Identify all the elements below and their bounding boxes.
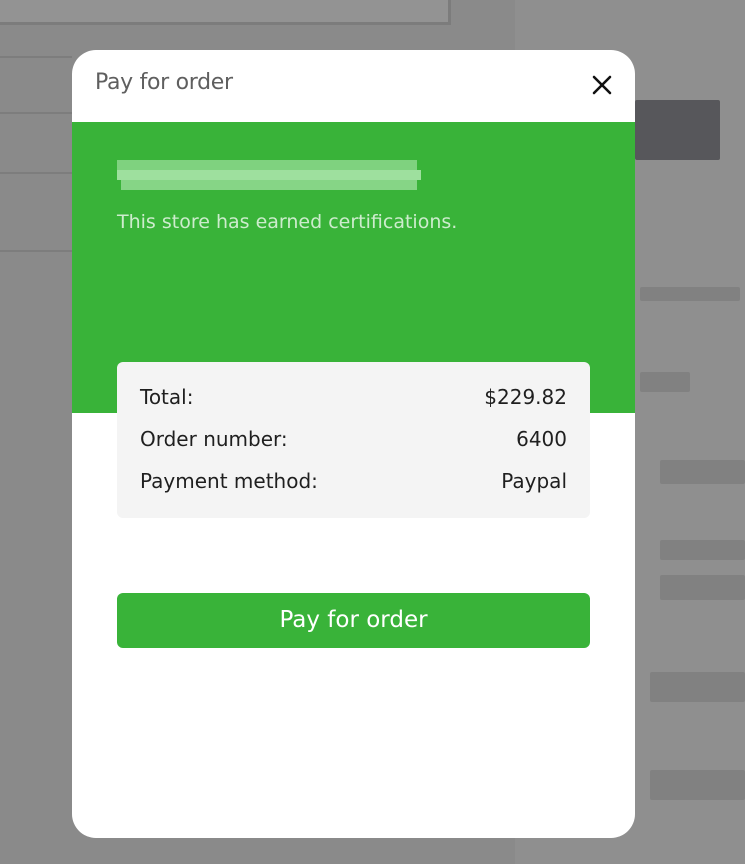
modal-title: Pay for order <box>95 70 233 95</box>
background-thumbnail <box>635 100 720 160</box>
background-divider <box>0 112 72 114</box>
payment-method-value: Paypal <box>501 469 567 493</box>
summary-row-order-number: Order number: 6400 <box>140 427 567 457</box>
background-text <box>640 287 740 301</box>
modal-header: Pay for order <box>72 50 635 122</box>
order-summary-card: Total: $229.82 Order number: 6400 Paymen… <box>117 362 590 518</box>
order-number-label: Order number: <box>140 427 288 451</box>
close-icon[interactable] <box>591 74 613 96</box>
total-label: Total: <box>140 385 194 409</box>
summary-row-total: Total: $229.82 <box>140 385 567 415</box>
pay-for-order-button[interactable]: Pay for order <box>117 593 590 648</box>
background-text <box>660 460 745 484</box>
summary-row-payment-method: Payment method: Paypal <box>140 469 567 499</box>
store-name-redacted <box>117 158 421 192</box>
background-divider <box>0 250 72 252</box>
order-number-value: 6400 <box>516 427 567 451</box>
pay-order-modal: Pay for order This store has earned cert… <box>72 50 635 838</box>
background-text <box>650 770 745 800</box>
background-text <box>660 575 745 600</box>
background-divider <box>0 172 72 174</box>
total-value: $229.82 <box>484 385 567 409</box>
background-text <box>640 372 690 392</box>
payment-method-label: Payment method: <box>140 469 318 493</box>
background-text <box>660 540 745 560</box>
store-certification-caption: This store has earned certifications. <box>117 211 458 233</box>
background-divider <box>0 56 72 58</box>
background-text <box>650 672 745 702</box>
background-panel <box>0 0 451 25</box>
